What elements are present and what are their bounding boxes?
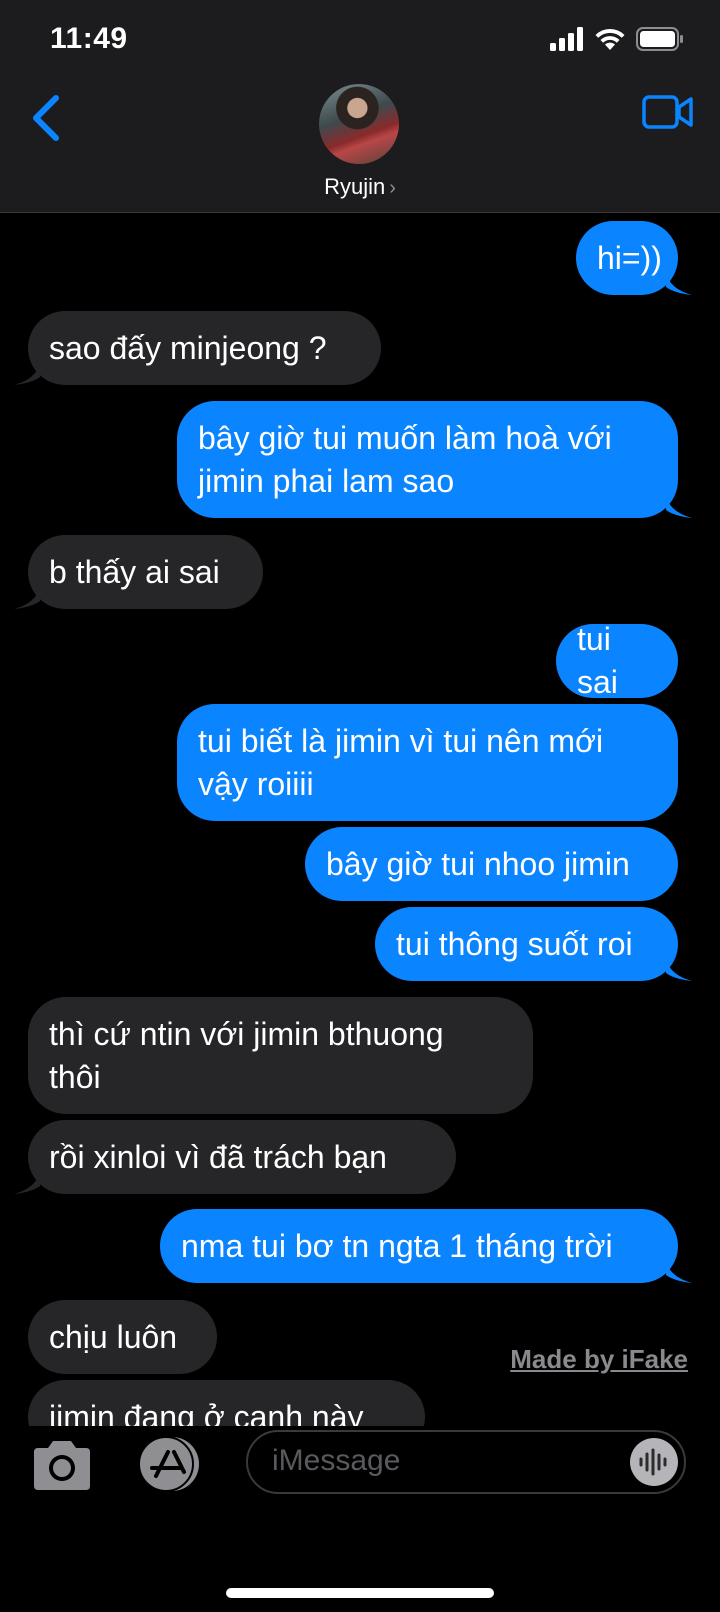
message-bubble-outgoing[interactable]: tui thông suốt roi <box>375 907 692 981</box>
bubble-tail <box>666 1261 692 1283</box>
message-bubble-incoming[interactable]: rồi xinloi vì đã trách bạn <box>14 1120 456 1194</box>
message-bubble-incoming[interactable]: chịu luôn <box>28 1300 217 1374</box>
message-bubble-outgoing[interactable]: tui sai <box>556 621 678 700</box>
video-camera-icon <box>642 95 693 129</box>
bubble-tail <box>666 959 692 981</box>
audio-message-button[interactable] <box>630 1438 678 1486</box>
bubble-tail <box>666 496 692 518</box>
message-bubble-outgoing[interactable]: bây giờ tui nhoo jimin <box>305 827 678 901</box>
bubble-tail <box>666 273 692 295</box>
bubble-tail <box>14 363 40 385</box>
imessage-placeholder: iMessage <box>272 1444 401 1477</box>
message-text: hi=)) <box>597 239 662 276</box>
contact-name: Ryujin <box>324 174 386 199</box>
bubble-tail <box>14 587 40 609</box>
message-text: tui thông suốt roi <box>396 925 633 962</box>
message-text: chịu luôn <box>49 1318 178 1355</box>
status-bar: 11:49 <box>0 0 720 80</box>
message-text: b thấy ai sai <box>49 553 220 590</box>
message-text: sao đấy minjeong ? <box>49 329 327 366</box>
message-bubble-outgoing[interactable]: tui biết là jimin vì tui nên mới vậy roi… <box>177 704 678 821</box>
message-text: tui biết là jimin vì tui nên mới vậy roi… <box>198 722 604 802</box>
message-bubble-incoming[interactable]: thì cứ ntin với jimin bthuong thôi <box>28 997 533 1114</box>
composer-bar: iMessage <box>0 1426 720 1612</box>
back-button[interactable] <box>26 90 70 146</box>
watermark-text: Made by iFake <box>510 1344 688 1374</box>
message-text: thì cứ ntin với jimin bthuong thôi <box>49 1015 444 1095</box>
message-bubble-outgoing[interactable]: nma tui bơ tn ngta 1 tháng trời <box>160 1209 692 1283</box>
app-store-icon <box>138 1436 199 1492</box>
message-text: rồi xinloi vì đã trách bạn <box>49 1138 387 1175</box>
home-indicator[interactable] <box>226 1588 494 1598</box>
wifi-icon <box>595 28 625 50</box>
cellular-signal-icon <box>550 27 583 51</box>
message-bubble-outgoing[interactable]: hi=)) <box>576 221 692 295</box>
chevron-right-icon: › <box>389 177 396 199</box>
conversation-header: Ryujin › <box>0 80 720 213</box>
status-icons <box>550 26 684 52</box>
contact-name-button[interactable]: Ryujin › <box>0 174 720 200</box>
message-text: bây giờ tui nhoo jimin <box>326 845 630 882</box>
chevron-left-icon <box>33 95 59 141</box>
app-store-button[interactable] <box>134 1434 206 1494</box>
waveform-icon <box>639 1448 667 1476</box>
camera-icon <box>34 1441 90 1490</box>
contact-avatar[interactable] <box>319 84 399 164</box>
message-bubble-incoming[interactable]: b thấy ai sai <box>14 535 263 609</box>
bubble-tail <box>14 1172 40 1194</box>
facetime-video-button[interactable] <box>642 90 694 134</box>
battery-icon <box>636 27 683 51</box>
status-time: 11:49 <box>50 22 128 55</box>
message-text: tui sai <box>577 621 618 700</box>
message-text: nma tui bơ tn ngta 1 tháng trời <box>181 1227 613 1264</box>
imessage-input[interactable]: iMessage <box>246 1430 686 1494</box>
message-bubble-incoming[interactable]: sao đấy minjeong ? <box>14 311 381 385</box>
message-text: bây giờ tui muốn làm hoà với jimin phai … <box>198 419 612 499</box>
message-bubble-outgoing[interactable]: bây giờ tui muốn làm hoà với jimin phai … <box>177 401 692 518</box>
camera-button[interactable] <box>30 1436 94 1494</box>
